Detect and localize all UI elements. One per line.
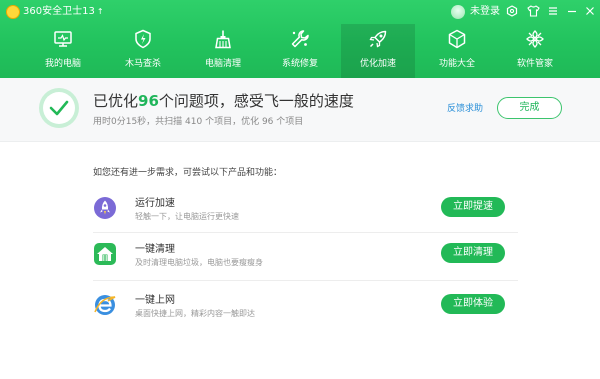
clean-now-button[interactable]: 立即清理 bbox=[441, 243, 505, 263]
optimized-count: 96 bbox=[138, 92, 159, 110]
nav-label: 软件管家 bbox=[516, 59, 553, 69]
result-title: 已优化96个问题项，感受飞一般的速度 bbox=[93, 90, 354, 111]
nav-features[interactable]: 功能大全 bbox=[420, 24, 494, 78]
flower-icon bbox=[526, 30, 544, 48]
nav-system-repair[interactable]: 系统修复 bbox=[263, 24, 337, 78]
rocket-badge-icon bbox=[94, 197, 116, 219]
done-button[interactable]: 完成 bbox=[497, 97, 562, 119]
minimize-icon[interactable] bbox=[565, 5, 579, 19]
nav-my-computer[interactable]: 我的电脑 bbox=[26, 24, 100, 78]
shield-bolt-icon bbox=[135, 29, 151, 49]
nav-label: 功能大全 bbox=[438, 59, 475, 69]
shield-settings-icon[interactable] bbox=[505, 5, 519, 19]
app-header: 360安全卫士13 ↑ 未登录 我的电脑 木马查杀 电脑清理 系统修复 优化加速… bbox=[0, 0, 600, 78]
suggestions-intro: 如您还有进一步需求，可尝试以下产品和功能： bbox=[93, 168, 283, 178]
result-summary: 用时0分15秒，共扫描 410 个项目，优化 96 个项目 bbox=[93, 117, 304, 127]
nav-label: 系统修复 bbox=[281, 59, 318, 69]
result-title-suffix: 个问题项，感受飞一般的速度 bbox=[158, 92, 354, 110]
row-divider bbox=[93, 280, 518, 281]
suggestion-name: 运行加速 bbox=[135, 198, 175, 209]
result-title-prefix: 已优化 bbox=[93, 92, 139, 110]
speed-up-now-button[interactable]: 立即提速 bbox=[441, 197, 505, 217]
login-status[interactable]: 未登录 bbox=[470, 5, 500, 19]
suggestion-desc: 桌面快捷上网，精彩内容一触即达 bbox=[135, 309, 255, 318]
title-bar: 360安全卫士13 ↑ 未登录 bbox=[0, 0, 600, 24]
checkmark-icon bbox=[49, 100, 69, 116]
browser-e-icon bbox=[94, 295, 116, 315]
try-now-button[interactable]: 立即体验 bbox=[441, 294, 505, 314]
suggestion-row-speedup: 运行加速 轻触一下，让电脑运行更快速 立即提速 bbox=[93, 190, 518, 230]
app-title: 360安全卫士13 ↑ bbox=[23, 5, 104, 19]
feedback-link[interactable]: 反馈求助 bbox=[447, 101, 483, 114]
house-broom-icon bbox=[94, 243, 116, 265]
nav-trojan-scan[interactable]: 木马查杀 bbox=[106, 24, 180, 78]
nav-label: 优化加速 bbox=[359, 59, 396, 69]
nav-label: 木马查杀 bbox=[124, 59, 161, 69]
success-badge bbox=[39, 88, 79, 128]
monitor-icon bbox=[54, 31, 72, 47]
menu-icon[interactable] bbox=[546, 5, 560, 19]
nav-software-manager[interactable]: 软件管家 bbox=[498, 24, 572, 78]
rocket-icon bbox=[369, 30, 387, 48]
suggestion-desc: 及时清理电脑垃圾，电脑也要瘦瘦身 bbox=[135, 258, 263, 267]
suggestion-name: 一键上网 bbox=[135, 295, 175, 306]
nav-cleanup[interactable]: 电脑清理 bbox=[186, 24, 260, 78]
wrench-icon bbox=[291, 30, 309, 48]
suggestion-row-browse: 一键上网 桌面快捷上网，精彩内容一触即达 立即体验 bbox=[93, 287, 518, 327]
nav-optimize[interactable]: 优化加速 bbox=[341, 24, 415, 78]
update-arrow-icon[interactable]: ↑ bbox=[97, 7, 104, 16]
cube-icon bbox=[448, 29, 466, 49]
suggestion-desc: 轻触一下，让电脑运行更快速 bbox=[135, 212, 239, 221]
nav-label: 我的电脑 bbox=[44, 59, 81, 69]
app-name: 360安全卫士13 bbox=[23, 6, 95, 17]
suggestion-row-cleanup: 一键清理 及时清理电脑垃圾，电脑也要瘦瘦身 立即清理 bbox=[93, 236, 518, 276]
optimize-result-panel: 已优化96个问题项，感受飞一般的速度 用时0分15秒，共扫描 410 个项目，优… bbox=[0, 78, 600, 142]
row-divider bbox=[93, 232, 518, 233]
app-logo-icon bbox=[6, 5, 20, 19]
shirt-skin-icon[interactable] bbox=[526, 5, 540, 19]
nav-label: 电脑清理 bbox=[204, 59, 241, 69]
suggestion-name: 一键清理 bbox=[135, 244, 175, 255]
user-avatar[interactable] bbox=[451, 5, 465, 19]
close-icon[interactable] bbox=[583, 5, 597, 19]
broom-icon bbox=[215, 30, 231, 49]
main-nav: 我的电脑 木马查杀 电脑清理 系统修复 优化加速 功能大全 软件管家 bbox=[0, 24, 600, 78]
